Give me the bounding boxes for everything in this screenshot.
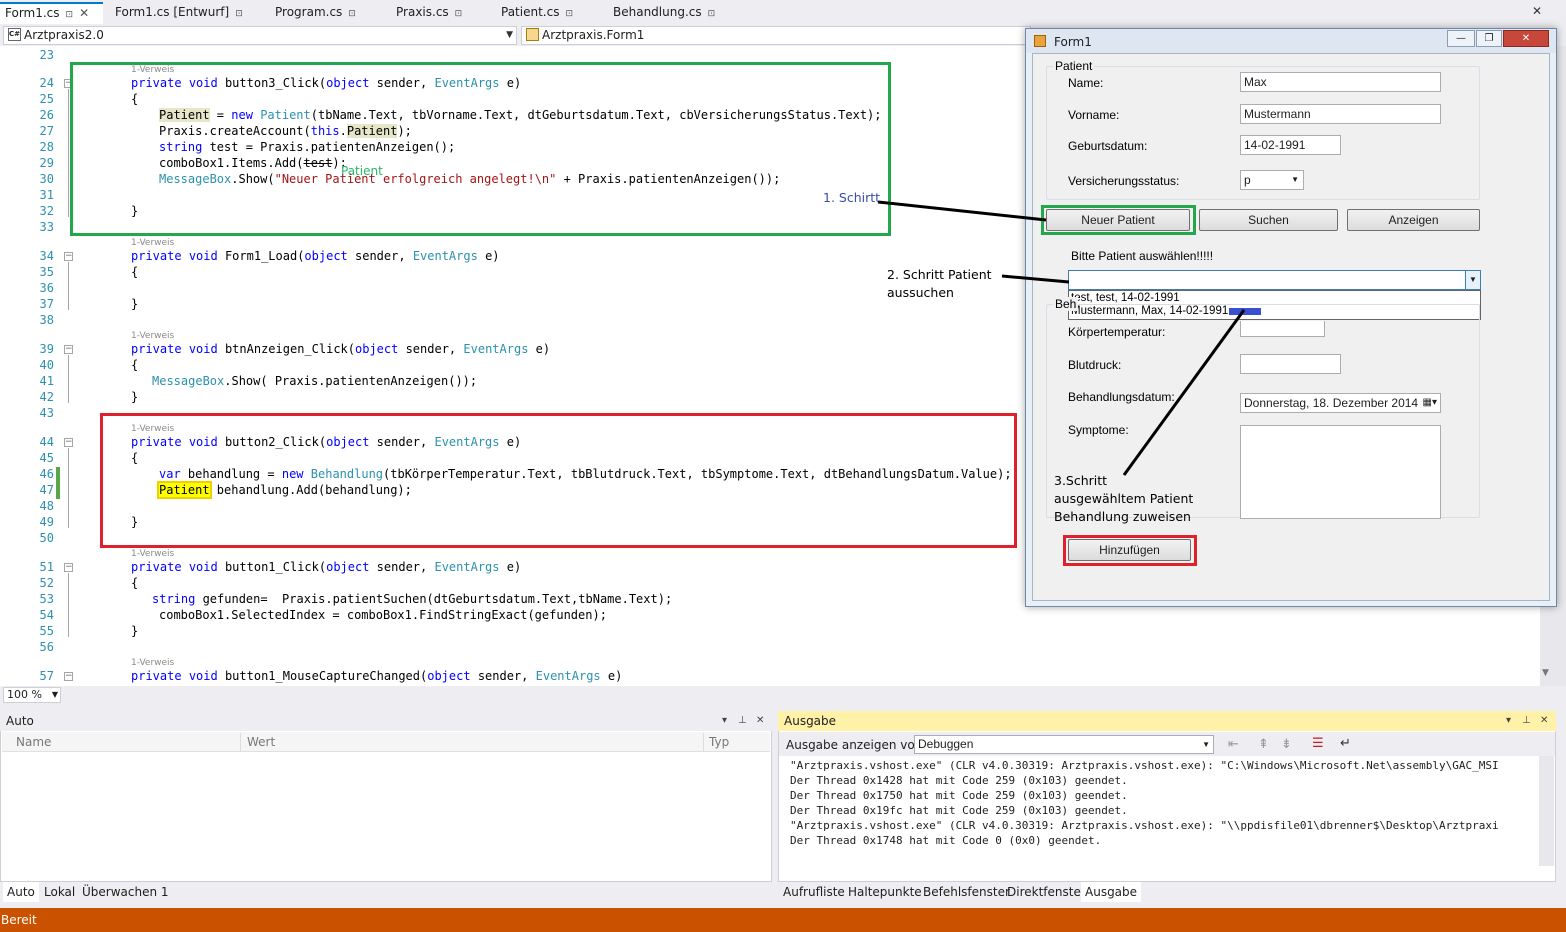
column-divider <box>240 733 241 751</box>
column-name[interactable]: Name <box>16 735 51 749</box>
tab-ueberwachen[interactable]: Überwachen 1 <box>78 882 173 902</box>
prev-message-icon[interactable]: ⇞ <box>1258 737 1269 752</box>
close-icon[interactable]: ✕ <box>1540 711 1548 731</box>
chevron-down-icon: ▼ <box>1202 740 1210 749</box>
output-line: "Arztpraxis.vshost.exe" (CLR v4.0.30319:… <box>790 759 1499 772</box>
selected-source: Debuggen <box>918 737 974 751</box>
step3-arrow <box>1122 309 1246 476</box>
dropdown-icon[interactable]: ▾ <box>1506 711 1511 731</box>
tab-auto[interactable]: Auto <box>3 882 39 902</box>
tab-haltepunkte[interactable]: Haltepunkte <box>844 882 926 902</box>
column-wert[interactable]: Wert <box>247 735 275 749</box>
output-line: Der Thread 0x1428 hat mit Code 259 (0x10… <box>790 774 1128 787</box>
tab-aufrufliste[interactable]: Aufrufliste <box>779 882 849 902</box>
status-bar: Bereit <box>0 908 1566 932</box>
step2-arrow <box>1001 274 1070 284</box>
output-line: Der Thread 0x1750 hat mit Code 259 (0x10… <box>790 789 1128 802</box>
tab-befehlsfenster[interactable]: Befehlsfenster <box>919 882 1014 902</box>
output-line: "Arztpraxis.vshost.exe" (CLR v4.0.30319:… <box>790 819 1499 832</box>
pin-icon[interactable]: ⊥ <box>738 711 747 731</box>
tab-ausgabe[interactable]: Ausgabe <box>1081 882 1142 902</box>
auto-pane-header: Auto ▾ ⊥ ✕ <box>0 711 772 731</box>
column-typ[interactable]: Typ <box>709 735 729 749</box>
pin-icon[interactable]: ⊥ <box>1522 711 1531 731</box>
output-line: Der Thread 0x19fc hat mit Code 259 (0x10… <box>790 804 1128 817</box>
close-icon[interactable]: ✕ <box>756 711 764 731</box>
pane-title: Ausgabe <box>784 714 837 728</box>
output-pane-header: Ausgabe ▾ ⊥ ✕ <box>778 711 1556 731</box>
output-source-dropdown[interactable]: Debuggen ▼ <box>914 735 1214 754</box>
next-message-icon[interactable]: ⇟ <box>1281 737 1292 752</box>
tab-lokal[interactable]: Lokal <box>40 882 79 902</box>
column-divider <box>703 733 704 751</box>
tab-direktfenster[interactable]: Direktfenster <box>1003 882 1090 902</box>
output-vertical-scrollbar[interactable] <box>1539 756 1554 866</box>
dropdown-icon[interactable]: ▾ <box>722 711 727 731</box>
pane-title: Auto <box>6 714 34 728</box>
clear-all-icon[interactable]: ☰ <box>1312 736 1324 751</box>
find-message-icon[interactable]: ⇤ <box>1228 737 1239 752</box>
output-line: Der Thread 0x1748 hat mit Code 0 (0x0) g… <box>790 834 1102 847</box>
step1-arrow <box>877 200 1047 222</box>
auto-column-header <box>2 732 770 752</box>
word-wrap-icon[interactable]: ↵ <box>1340 736 1351 751</box>
output-source-label: Ausgabe anzeigen von: <box>786 738 927 752</box>
status-text: Bereit <box>1 913 37 927</box>
